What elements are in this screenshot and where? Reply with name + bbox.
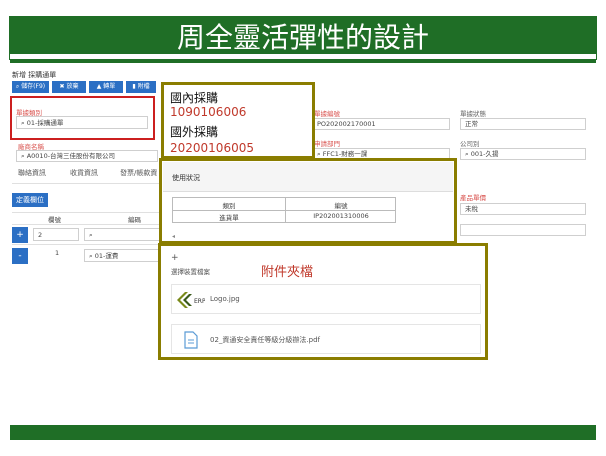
attach-button-label: 附檔 [137, 83, 150, 90]
usage-row-divider [173, 210, 395, 211]
attach-button[interactable]: ▮ 附檔 [126, 81, 156, 93]
search-icon: ⌕ [15, 83, 20, 90]
grid-code-input[interactable]: ⌕ [84, 228, 160, 241]
tab-receiving[interactable]: 收貨資訊 [70, 168, 110, 178]
close-icon: ✖ [59, 83, 65, 90]
add-row-button[interactable]: + [12, 227, 28, 243]
category-label: 單據類別 [16, 109, 42, 117]
search-icon: ⌕ [89, 252, 93, 260]
remove-row-button[interactable]: - [12, 248, 28, 264]
grid-col-seq: 欄號 [48, 216, 61, 224]
footer-bar [10, 422, 596, 440]
company-value: 001-久揚 [470, 150, 499, 158]
category-value: 01-採購通單 [26, 119, 64, 127]
attachment-panel: + 選擇裝置檔案 附件夾檔 ERP Logo.jpg 02_資通安全責任等級分級… [158, 243, 488, 360]
usage-header-type: 類別 [222, 202, 236, 210]
plus-icon[interactable]: + [171, 253, 181, 263]
tab-divider [12, 183, 160, 184]
grid-header-line [12, 212, 160, 213]
save-button-label: 儲存(F9) [21, 83, 46, 90]
form-title: 新增 採購通單 [12, 71, 57, 79]
upload-icon: ▲ [96, 83, 102, 90]
save-button[interactable]: ⌕ 儲存(F9) [12, 81, 49, 93]
attachment-filename: Logo.jpg [210, 295, 240, 303]
transfer-button[interactable]: ▲ 轉單 [89, 81, 123, 93]
slide-title: 周全靈活彈性的設計 [176, 21, 429, 54]
dept-value: FFC1-財務一課 [322, 150, 368, 158]
company-field[interactable]: ⌕ 001-久揚 [460, 148, 586, 160]
usage-cell-type: 進貨單 [219, 214, 239, 222]
svg-text:ERP: ERP [194, 298, 205, 305]
title-banner: 周全靈活彈性的設計 [10, 17, 596, 59]
search-icon: ⌕ [21, 119, 25, 127]
minus-icon: - [18, 251, 22, 261]
search-icon: ⌕ [21, 152, 25, 160]
dept-label: 申請部門 [314, 140, 340, 148]
choose-file-label[interactable]: 選擇裝置檔案 [171, 266, 271, 276]
vendor-field[interactable]: ⌕ A0010-台灣三佳股份有限公司 [16, 150, 158, 162]
category-field[interactable]: ⌕ 01-採購通單 [16, 116, 148, 129]
purchase-callout: 國內採購 1090106006 國外採購 20200106005 [161, 82, 315, 159]
company-label: 公司別 [460, 140, 480, 148]
grid-seq-cell: 1 [55, 249, 60, 257]
grid-line [12, 224, 160, 225]
attachment-item[interactable]: 02_資通安全責任等級分級辦法.pdf [171, 324, 481, 354]
search-icon: ⌕ [317, 150, 321, 158]
status-select[interactable]: 正常 [460, 118, 586, 130]
grid-code-value: 01-運費 [94, 252, 119, 260]
product-select[interactable]: 未稅 [460, 203, 586, 215]
product-label: 產品單價 [460, 194, 486, 202]
attachment-heading: 附件夾檔 [261, 265, 314, 280]
grid-col-code: 編碼 [128, 216, 141, 224]
discard-button-label: 放棄 [66, 83, 79, 90]
usage-header-number: 編號 [334, 202, 348, 210]
number-label: 單據編號 [314, 110, 340, 118]
empty-select[interactable] [460, 224, 586, 236]
grid-code-cell[interactable]: ⌕ 01-運費 [84, 249, 160, 262]
search-icon: ⌕ [465, 150, 469, 158]
grid-seq-input[interactable]: 2 [33, 228, 79, 241]
domestic-label: 國內採購 [170, 91, 219, 105]
vendor-label: 廠商名稱 [18, 143, 44, 151]
scroll-left-icon[interactable]: ◂ [172, 233, 178, 241]
image-thumbnail-icon: ERP [175, 289, 206, 311]
file-icon [184, 331, 198, 349]
domestic-number: 1090106006 [170, 105, 247, 119]
usage-cell-number: IP202001310006 [313, 212, 369, 220]
foreign-label: 國外採購 [170, 125, 219, 139]
number-field[interactable]: PO202002170001 [312, 118, 450, 130]
discard-button[interactable]: ✖ 放棄 [52, 81, 86, 93]
grid-line [12, 244, 160, 245]
document-icon: ▮ [132, 83, 136, 90]
vendor-value: A0010-台灣三佳股份有限公司 [26, 152, 116, 160]
usage-table: 類別 編號 進貨單 IP202001310006 [172, 197, 396, 223]
search-icon: ⌕ [89, 231, 93, 239]
foreign-number: 20200106005 [170, 141, 254, 155]
tab-contact[interactable]: 聯絡資訊 [18, 168, 58, 178]
attachment-item[interactable]: ERP Logo.jpg [171, 284, 481, 314]
transfer-button-label: 轉單 [103, 83, 116, 90]
attachment-filename: 02_資通安全責任等級分級辦法.pdf [210, 336, 320, 344]
plus-icon: + [16, 230, 24, 240]
usage-title: 使用狀況 [172, 174, 200, 182]
define-columns-button[interactable]: 定義欄位 [12, 193, 48, 207]
usage-panel: 使用狀況 類別 編號 進貨單 IP202001310006 ◂ [159, 158, 457, 244]
status-label: 單據狀態 [460, 110, 486, 118]
